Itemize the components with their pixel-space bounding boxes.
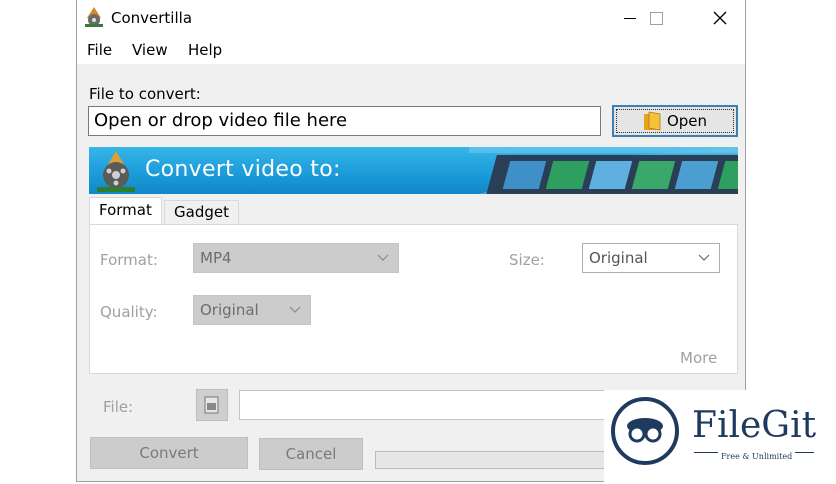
menu-bar: File View Help xyxy=(77,36,745,64)
film-reel-icon xyxy=(97,151,135,192)
format-select-value: MP4 xyxy=(200,249,232,267)
file-to-convert-label: File to convert: xyxy=(89,85,201,103)
close-button[interactable] xyxy=(697,0,743,36)
size-label: Size: xyxy=(509,251,545,269)
format-panel: Format: MP4 Size: Original Quality: Orig… xyxy=(89,224,738,374)
output-file-label: File: xyxy=(103,398,134,416)
close-icon xyxy=(713,11,727,25)
output-file-input[interactable] xyxy=(239,390,635,420)
maximize-button[interactable] xyxy=(633,0,679,36)
cancel-button[interactable]: Cancel xyxy=(259,438,363,470)
more-link[interactable]: More xyxy=(680,349,717,367)
chevron-down-icon xyxy=(289,306,301,313)
chevron-down-icon xyxy=(377,254,389,261)
convert-button[interactable]: Convert xyxy=(90,437,248,469)
size-select[interactable]: Original xyxy=(582,243,720,273)
tab-gadget[interactable]: Gadget xyxy=(164,200,239,225)
browse-output-button[interactable] xyxy=(196,389,228,421)
focus-ring xyxy=(616,109,734,133)
filegit-tagline: Free & Unlimited xyxy=(718,452,796,461)
maximize-icon xyxy=(649,11,663,25)
convert-banner: Convert video to: xyxy=(89,147,738,194)
film-reel-icon xyxy=(85,7,103,27)
file-to-convert-input[interactable]: Open or drop video file here xyxy=(88,106,601,136)
filegit-brand: FileGit xyxy=(692,405,817,446)
tab-format[interactable]: Format xyxy=(89,197,162,225)
open-button[interactable]: Open xyxy=(612,105,738,137)
menu-view[interactable]: View xyxy=(132,41,168,59)
window-title: Convertilla xyxy=(111,9,193,27)
menu-help[interactable]: Help xyxy=(188,41,222,59)
size-select-value: Original xyxy=(589,249,648,267)
format-label: Format: xyxy=(100,251,158,269)
banner-title: Convert video to: xyxy=(145,157,341,182)
menu-file[interactable]: File xyxy=(87,41,112,59)
filegit-watermark: FileGit Free & Unlimited xyxy=(604,390,836,484)
quality-select[interactable]: Original xyxy=(193,295,311,325)
title-bar[interactable]: Convertilla xyxy=(77,0,745,36)
quality-select-value: Original xyxy=(200,301,259,319)
filegit-logo-icon xyxy=(611,397,679,465)
film-strip-decoration xyxy=(469,147,738,194)
chevron-down-icon xyxy=(698,254,710,261)
video-file-icon xyxy=(204,396,219,414)
format-select[interactable]: MP4 xyxy=(193,243,399,273)
quality-label: Quality: xyxy=(100,303,158,321)
